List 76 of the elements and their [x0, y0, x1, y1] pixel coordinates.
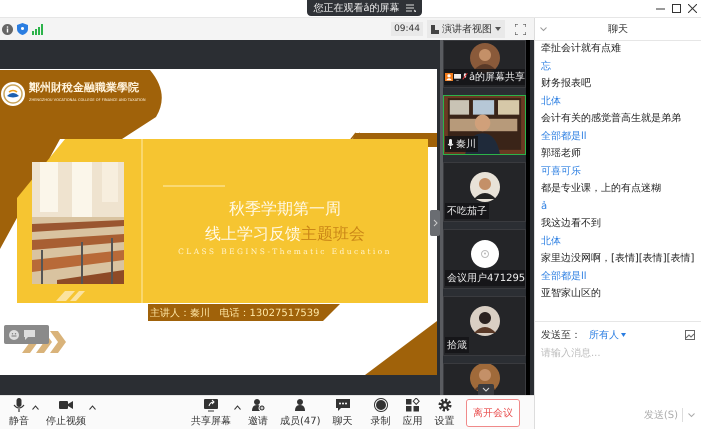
meeting-timer: 09:44: [391, 22, 423, 36]
sender-name: 全部都是ll: [541, 130, 588, 143]
chat-message: 会计有关的感觉普高生就是弟弟: [541, 113, 682, 126]
share-button[interactable]: 共享屏幕: [188, 398, 234, 428]
maximize-icon[interactable]: [672, 4, 681, 13]
chat-bubble-icon: [336, 398, 350, 412]
person-icon: [293, 398, 308, 412]
participant-name: 会议用户471295: [447, 272, 525, 285]
chevron-down-icon[interactable]: [478, 384, 494, 395]
caret-icon[interactable]: [89, 405, 96, 410]
image-icon[interactable]: [685, 330, 695, 340]
view-dropdown[interactable]: 演讲者视图: [427, 20, 505, 38]
emoji-icon[interactable]: [9, 330, 19, 340]
participant-tile[interactable]: 拾箴: [443, 296, 526, 356]
apps-icon: [406, 398, 420, 412]
gear-icon: [438, 398, 452, 412]
presenter-info: 主讲人：秦川 电话：13027517539: [150, 306, 320, 320]
college-name: 鄭州財稅金融職業學院: [29, 80, 139, 95]
settings-button[interactable]: 设置: [432, 398, 458, 428]
leave-meeting-button[interactable]: 离开会议: [466, 398, 520, 426]
participant-tile[interactable]: 秦川: [443, 95, 526, 155]
fullscreen-icon[interactable]: [515, 24, 526, 34]
mic-icon: [447, 139, 454, 149]
screen-share-icon: [204, 398, 218, 412]
participant-name: 不吃茄子: [447, 204, 487, 218]
info-icon[interactable]: [2, 24, 13, 34]
chat-message: 财务报表吧: [541, 78, 592, 90]
chat-message: 都是专业课，上的有点迷糊: [541, 183, 662, 196]
slide-title: 秋季学期第一周: [228, 199, 342, 220]
chat-title: 聊天: [607, 23, 629, 36]
participant-tile[interactable]: 不吃茄子: [443, 162, 526, 222]
comment-icon[interactable]: [24, 330, 35, 340]
chat-message: 牵扯会计就有点难: [541, 43, 622, 56]
participant-name: ả的屏幕共享: [469, 70, 525, 84]
chat-message: 家里边没网啊，[表情][表情][表情]: [541, 253, 695, 266]
sender-name: ả: [541, 200, 548, 213]
close-icon[interactable]: [688, 4, 697, 13]
sender-name: 全部都是ll: [541, 270, 588, 283]
caret-icon: [621, 333, 626, 337]
participant-name: 秦川: [456, 138, 476, 151]
chat-message: 亚智家山区的: [541, 288, 602, 300]
camera-button[interactable]: 停止视频: [43, 398, 89, 428]
default-avatar-icon: [470, 240, 498, 268]
sender-name: 可喜可乐: [541, 166, 582, 178]
muted-mic-icon: [462, 73, 468, 81]
send-to-label: 发送至：: [541, 329, 581, 342]
sender-name: 北体: [541, 96, 562, 108]
screen-icon: [454, 74, 461, 80]
collapse-handle-icon[interactable]: [430, 210, 440, 236]
participant-tile[interactable]: ả的屏幕共享: [443, 40, 526, 88]
sender-name: 北体: [541, 236, 562, 248]
participant-name: 拾箴: [447, 339, 467, 352]
chat-message: 郭瑶老师: [541, 148, 582, 160]
banner-text: 您正在观看ả的屏幕: [313, 2, 400, 15]
invite-button[interactable]: 邀请: [245, 398, 271, 428]
members-button[interactable]: 成员(47): [277, 398, 324, 428]
layout-icon: [431, 24, 439, 34]
record-icon: [374, 398, 388, 412]
sender-name: 忘: [541, 60, 552, 73]
menu-icon[interactable]: [406, 4, 416, 12]
slide-subtitle: 线上学习反馈主题班会: [204, 224, 366, 245]
participant-tile[interactable]: 会议用户471295: [443, 229, 526, 289]
add-person-icon: [251, 398, 265, 412]
participant-tile[interactable]: [443, 363, 526, 395]
mic-icon: [12, 398, 26, 412]
apps-button[interactable]: 应用: [400, 398, 426, 428]
caret-icon: [495, 27, 501, 31]
recipient-dropdown[interactable]: 所有人: [589, 328, 626, 342]
chat-button[interactable]: 聊天: [330, 398, 356, 428]
mic-button[interactable]: 静音: [6, 398, 32, 428]
chat-message: 我这边看不到: [541, 218, 602, 230]
host-icon: [445, 73, 453, 81]
caret-icon[interactable]: [32, 405, 39, 410]
shield-icon[interactable]: [17, 23, 28, 35]
caret-icon[interactable]: [234, 405, 241, 410]
record-button[interactable]: 录制: [368, 398, 394, 428]
